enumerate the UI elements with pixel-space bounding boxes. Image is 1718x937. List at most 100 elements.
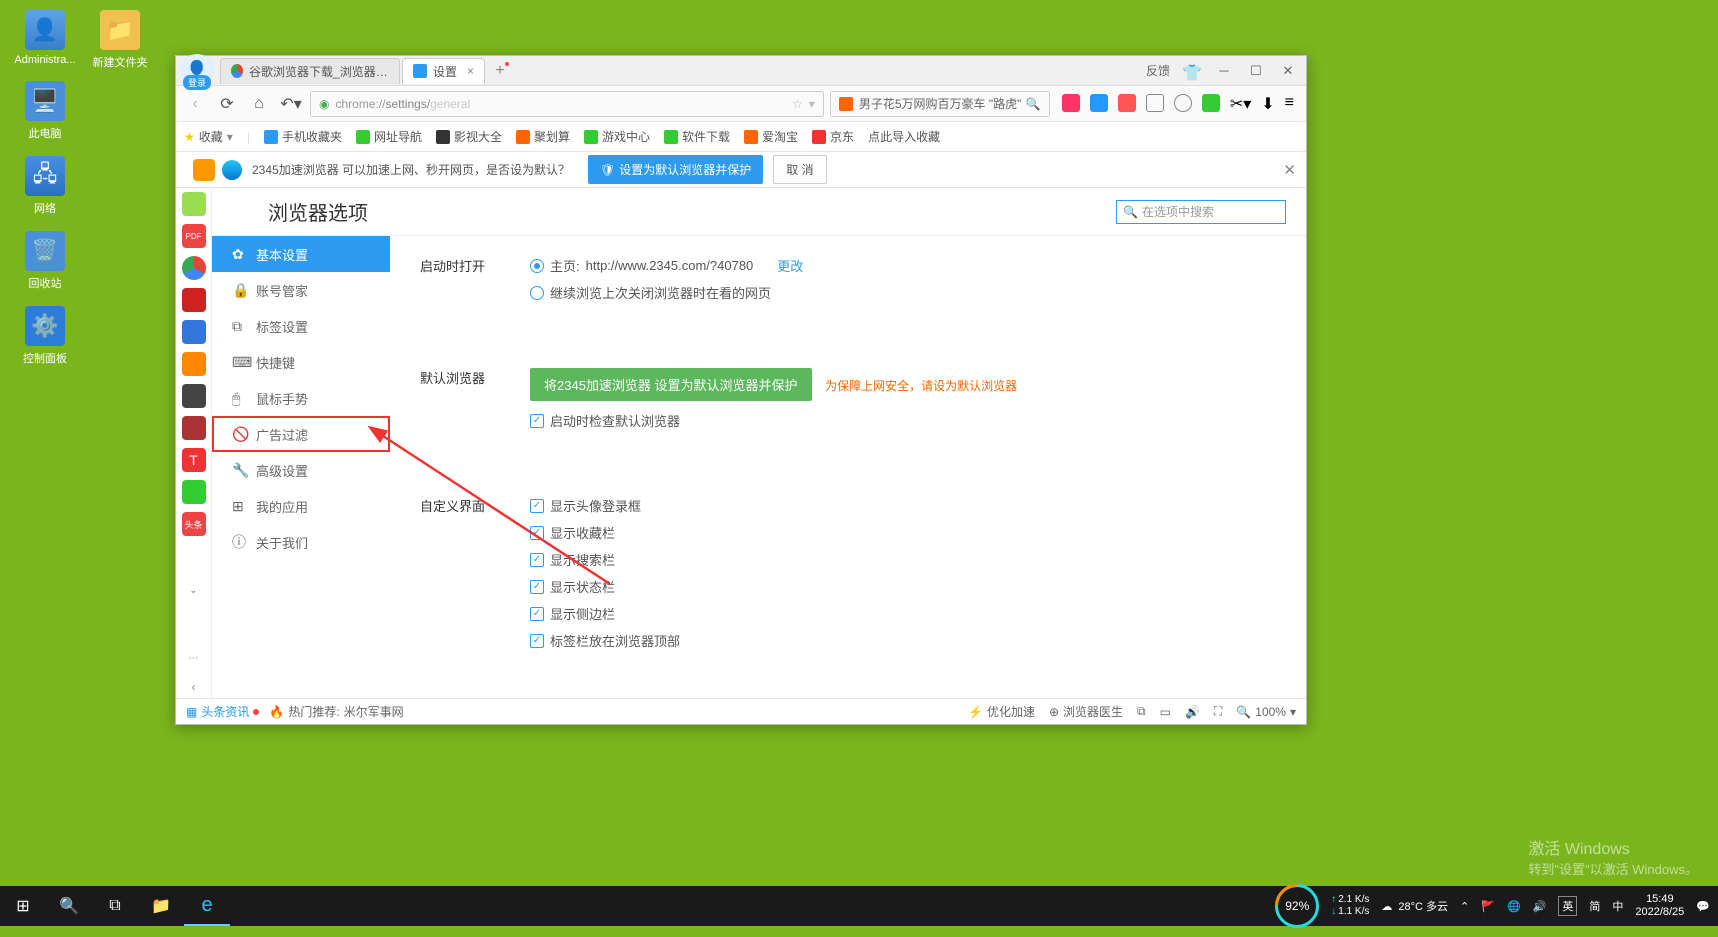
rail-cal-icon[interactable]: [182, 352, 206, 376]
avatar-login[interactable]: 👤 登录: [180, 54, 214, 88]
cut-icon[interactable]: ✂▾: [1230, 94, 1251, 114]
sb-video-icon[interactable]: ▭: [1160, 705, 1171, 719]
sb-screenshot-icon[interactable]: ⧉: [1137, 704, 1146, 719]
bm-deals[interactable]: 聚划算: [516, 128, 570, 145]
sb-doctor[interactable]: ⊕浏览器医生: [1049, 703, 1123, 720]
nav-shortcuts[interactable]: ⌨快捷键: [212, 344, 390, 380]
nav-basic[interactable]: ✿基本设置: [212, 236, 390, 272]
game-icon[interactable]: [1118, 94, 1136, 112]
tray-network-icon[interactable]: 🌐: [1507, 900, 1521, 913]
dropdown-icon[interactable]: ▾: [809, 97, 815, 111]
star-icon[interactable]: ☆: [792, 97, 803, 111]
bm-video[interactable]: 影视大全: [436, 128, 502, 145]
translate-icon[interactable]: [1090, 94, 1108, 112]
tray-chevron-icon[interactable]: ⌃: [1460, 900, 1469, 913]
ui-check-0[interactable]: 显示头像登录框: [530, 496, 1276, 515]
ui-check-5[interactable]: 标签栏放在浏览器顶部: [530, 631, 1276, 650]
rail-east-icon[interactable]: [182, 288, 206, 312]
search-icon[interactable]: 🔍: [1026, 97, 1041, 111]
ime-3[interactable]: 中: [1612, 898, 1623, 914]
change-link[interactable]: 更改: [777, 256, 803, 275]
rail-iqiyi-icon[interactable]: [182, 480, 206, 504]
desktop-icon-pc[interactable]: 🖥️此电脑: [10, 81, 80, 141]
task-view[interactable]: ⧉: [92, 886, 138, 926]
startup-continue-option[interactable]: 继续浏览上次关闭浏览器时在看的网页: [530, 283, 1276, 302]
grid-icon[interactable]: [1146, 94, 1164, 112]
ui-check-3[interactable]: 显示状态栏: [530, 577, 1276, 596]
nav-advanced[interactable]: 🔧高级设置: [212, 452, 390, 488]
bm-taobao[interactable]: 爱淘宝: [744, 128, 798, 145]
notif-close-icon[interactable]: ✕: [1283, 161, 1296, 179]
download-icon[interactable]: ⬇: [1261, 94, 1274, 114]
set-default-button[interactable]: 🛡设置为默认浏览器并保护: [588, 155, 763, 184]
back-button[interactable]: ‹: [182, 91, 208, 117]
clock[interactable]: 15:49 2022/8/25: [1635, 893, 1684, 919]
taskbar-browser[interactable]: e: [184, 886, 230, 926]
rail-game2-icon[interactable]: [182, 416, 206, 440]
bm-import[interactable]: 点此导入收藏: [868, 128, 940, 145]
feedback-link[interactable]: 反馈: [1146, 62, 1170, 79]
rail-doc-icon[interactable]: [182, 320, 206, 344]
ime-2[interactable]: 简: [1589, 898, 1600, 914]
rail-toutiao-icon[interactable]: 头条: [182, 512, 206, 536]
set-default-green-button[interactable]: 将2345加速浏览器 设置为默认浏览器并保护: [530, 368, 812, 401]
startup-home-option[interactable]: 主页: http://www.2345.com/?40780 更改: [530, 256, 1276, 275]
ui-check-4[interactable]: 显示侧边栏: [530, 604, 1276, 623]
maximize-button[interactable]: ☐: [1242, 60, 1270, 82]
battery-indicator[interactable]: 92%: [1275, 884, 1319, 928]
notifications-icon[interactable]: 💬: [1696, 900, 1710, 913]
rail-t-icon[interactable]: T: [182, 448, 206, 472]
rail-collapse-icon[interactable]: ‹: [192, 680, 196, 694]
sb-sound-icon[interactable]: 🔊: [1185, 705, 1200, 719]
ui-check-1[interactable]: 显示收藏栏: [530, 523, 1276, 542]
rail-chrome-icon[interactable]: [182, 256, 206, 280]
bm-software[interactable]: 软件下载: [664, 128, 730, 145]
shop-icon[interactable]: [1062, 94, 1080, 112]
desktop-icon-folder[interactable]: 📁新建文件夹: [85, 10, 155, 70]
tab-settings[interactable]: 设置 ×: [402, 58, 485, 84]
desktop-icon-admin[interactable]: 👤Administra...: [10, 10, 80, 66]
tab-close-icon[interactable]: ×: [467, 64, 474, 78]
bm-mobile[interactable]: 手机收藏夹: [264, 128, 342, 145]
home-button[interactable]: ⌂: [246, 91, 272, 117]
tray-flag-icon[interactable]: 🚩: [1481, 900, 1495, 913]
sb-fullscreen-icon[interactable]: ⛶: [1214, 704, 1222, 719]
rail-clock-icon[interactable]: [182, 192, 206, 216]
undo-button[interactable]: ↶▾: [278, 91, 304, 117]
desktop-icon-network[interactable]: 🖧网络: [10, 156, 80, 216]
tab-chrome-download[interactable]: 谷歌浏览器下载_浏览器官网入: [220, 58, 400, 84]
wechat-icon[interactable]: [1202, 94, 1220, 112]
ime-1[interactable]: 英: [1558, 896, 1577, 916]
weather[interactable]: ☁28°C 多云: [1381, 898, 1448, 914]
taskbar-explorer[interactable]: 📁: [138, 886, 184, 926]
bm-nav[interactable]: 网址导航: [356, 128, 422, 145]
sb-optimize[interactable]: ⚡优化加速: [968, 703, 1035, 720]
reload-button[interactable]: ⟳: [214, 91, 240, 117]
nav-tabs[interactable]: ⧉标签设置: [212, 308, 390, 344]
new-tab-button[interactable]: +: [487, 60, 513, 82]
taskbar-search[interactable]: 🔍: [46, 886, 92, 926]
close-button[interactable]: ✕: [1274, 60, 1302, 82]
minimize-button[interactable]: ─: [1210, 60, 1238, 82]
bookmarks-label[interactable]: ★收藏▾: [184, 128, 233, 145]
news-search[interactable]: 男子花5万网购百万豪车 "路虎" 🔍: [830, 91, 1050, 117]
rail-pdf-icon[interactable]: PDF: [182, 224, 206, 248]
address-bar[interactable]: ◉ chrome://settings/general ☆ ▾: [310, 91, 824, 117]
sb-headlines[interactable]: ▦头条资讯: [186, 703, 259, 720]
desktop-icon-recycle[interactable]: 🗑️回收站: [10, 231, 80, 291]
skin-icon[interactable]: 👕: [1182, 63, 1198, 79]
target-icon[interactable]: [1174, 94, 1192, 112]
settings-search[interactable]: 🔍 在选项中搜索: [1116, 200, 1286, 224]
rail-dots-icon[interactable]: ⋯: [189, 653, 199, 664]
rail-dragon-icon[interactable]: [182, 384, 206, 408]
tray-volume-icon[interactable]: 🔊: [1533, 900, 1547, 913]
bm-jd[interactable]: 京东: [812, 128, 854, 145]
sb-zoom[interactable]: 🔍100%▾: [1236, 705, 1296, 719]
nav-about[interactable]: ⓘ关于我们: [212, 524, 390, 560]
desktop-icon-control-panel[interactable]: ⚙️控制面板: [10, 306, 80, 366]
ui-check-2[interactable]: 显示搜索栏: [530, 550, 1276, 569]
cancel-button[interactable]: 取 消: [773, 155, 826, 184]
nav-mouse[interactable]: 🖱鼠标手势: [212, 380, 390, 416]
menu-icon[interactable]: ≡: [1285, 94, 1294, 114]
rail-more-icon[interactable]: ⌄: [189, 585, 197, 596]
